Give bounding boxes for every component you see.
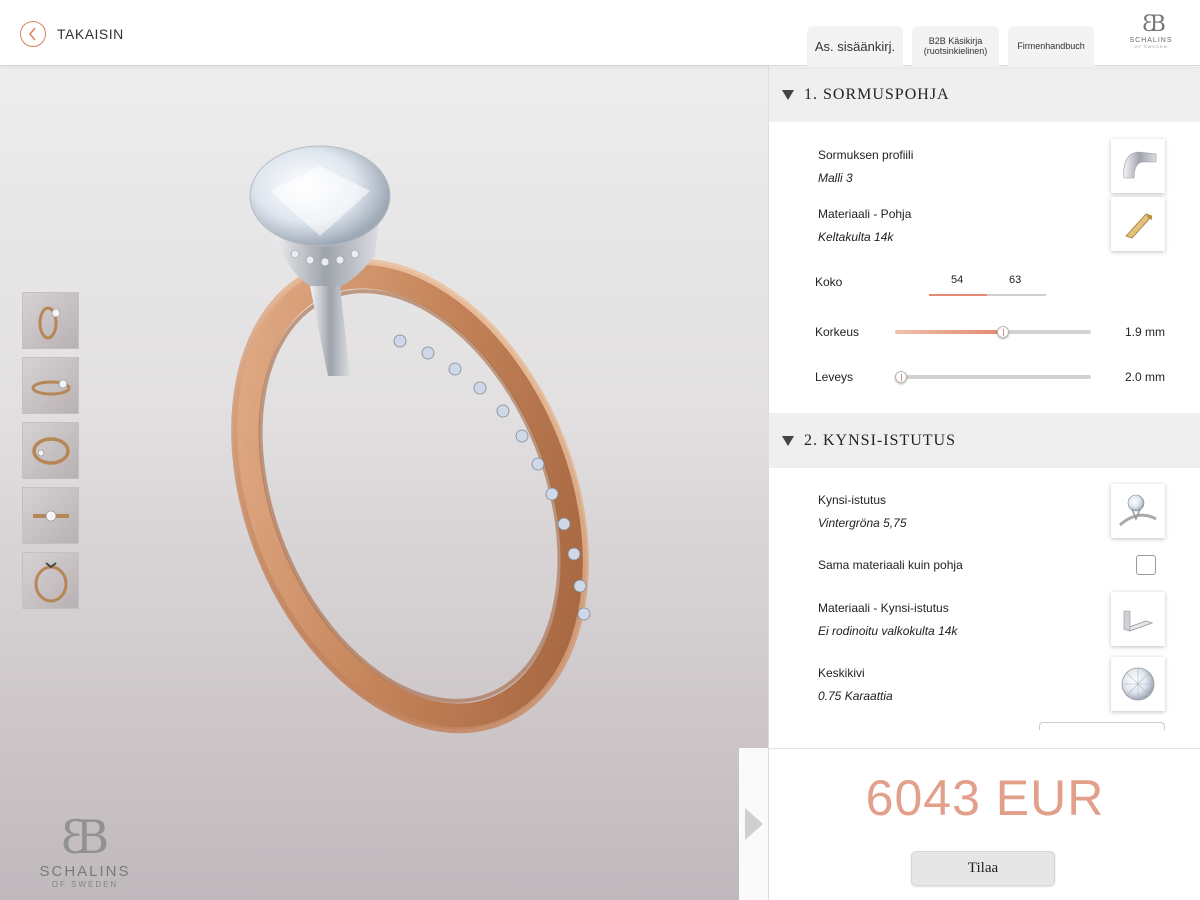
size-selector: 54 63	[929, 274, 1046, 296]
brand-logo: ƐB SCHALINS OF SWEDEN	[1124, 12, 1178, 50]
option-ring-profile: Sormuksen profiili Malli 3	[818, 148, 913, 185]
thumbnail-list	[22, 292, 79, 617]
slider-knob[interactable]	[895, 371, 907, 383]
option-value: Malli 3	[818, 171, 853, 185]
price-box: 6043 EUR Tilaa	[768, 748, 1200, 900]
panel-toggle-button[interactable]	[739, 748, 769, 900]
thumbnail-2[interactable]	[22, 357, 79, 414]
back-button[interactable]: TAKAISIN	[20, 21, 124, 47]
base-material-swatch[interactable]	[1111, 197, 1165, 251]
same-material-label: Sama materiaali kuin pohja	[818, 558, 963, 572]
brand-watermark: ƐB SCHALINS OF SWEDEN	[28, 814, 142, 889]
option-center-stone: Keskikivi 0.75 Karaattia	[818, 666, 893, 703]
thumbnail-4[interactable]	[22, 487, 79, 544]
prong-material-swatch[interactable]	[1111, 592, 1165, 646]
white-gold-bar-icon	[1122, 610, 1154, 632]
size-track	[929, 294, 1046, 296]
ring-angle-view-icon	[31, 436, 70, 465]
center-stone-swatch[interactable]	[1111, 657, 1165, 711]
option-label: Keskikivi	[818, 666, 865, 680]
next-option-peek	[1039, 722, 1165, 730]
header-bar: TAKAISIN As. sisäänkirj. B2B Käsikirja (…	[0, 0, 1200, 66]
option-value: 0.75 Karaattia	[818, 689, 893, 703]
option-label: Sormuksen profiili	[818, 148, 914, 162]
height-value: 1.9 mm	[1124, 325, 1165, 339]
size-label: Koko	[815, 275, 843, 289]
ring-image	[231, 145, 591, 734]
brand-sub: OF SWEDEN	[1134, 44, 1168, 49]
option-label: Kynsi-istutus	[818, 493, 887, 507]
slider-fill	[895, 330, 1003, 334]
arrow-right-icon	[745, 808, 763, 840]
ring-profile-swatch[interactable]	[1111, 139, 1165, 193]
yellow-gold-bar-icon	[1125, 213, 1153, 239]
back-label: TAKAISIN	[57, 26, 124, 42]
section-header-ring-base[interactable]: 1. SORMUSPOHJA	[769, 67, 1200, 122]
width-slider[interactable]	[895, 370, 1091, 384]
option-prong-setting: Kynsi-istutus Vintergröna 5,75	[818, 493, 907, 530]
tab-b2b-line1: B2B Käsikirja	[928, 36, 983, 46]
price-total: 6043 EUR	[865, 770, 1105, 826]
width-value: 2.0 mm	[1124, 370, 1165, 384]
prong-setting-swatch-icon	[1119, 494, 1157, 527]
slider-track	[895, 375, 1091, 379]
size-option-63[interactable]: 63	[1009, 274, 1021, 286]
height-label: Korkeus	[815, 325, 860, 339]
watermark-sub: OF SWEDEN	[51, 880, 119, 889]
section-title: 2. KYNSI-ISTUTUS	[804, 431, 956, 449]
size-active-indicator	[929, 294, 987, 296]
ring-profile-swatch-icon	[1123, 151, 1157, 179]
slider-knob[interactable]	[996, 326, 1009, 338]
diamond-icon	[1121, 667, 1155, 701]
option-label: Materiaali - Pohja	[818, 207, 912, 221]
brand-monogram: ƐB	[1142, 12, 1166, 37]
option-value: Ei rodinoitu valkokulta 14k	[818, 624, 958, 638]
width-label: Leveys	[815, 370, 854, 384]
option-label: Materiaali - Kynsi-istutus	[818, 601, 949, 615]
triangle-down-icon	[782, 89, 794, 100]
option-value: Vintergröna 5,75	[818, 516, 907, 530]
ring-3d-viewer[interactable]: ƐB SCHALINS OF SWEDEN	[0, 66, 768, 900]
section-header-prong-setting[interactable]: 2. KYNSI-ISTUTUS	[769, 413, 1200, 468]
thumbnail-3[interactable]	[22, 422, 79, 479]
ring-front-view-icon	[38, 306, 60, 339]
triangle-down-icon	[782, 435, 794, 446]
brand-name: SCHALINS	[1129, 37, 1173, 44]
watermark-name: SCHALINS	[39, 863, 131, 880]
order-button[interactable]: Tilaa	[911, 851, 1055, 886]
prong-setting-swatch[interactable]	[1111, 484, 1165, 538]
ring-side-view-icon	[31, 379, 70, 395]
tab-b2b-handbook[interactable]: B2B Käsikirja (ruotsinkielinen)	[912, 26, 999, 66]
section-title: 1. SORMUSPOHJA	[804, 85, 950, 103]
tab-b2b-line2: (ruotsinkielinen)	[923, 46, 988, 56]
tab-firmenhandbuch[interactable]: Firmenhandbuch	[1008, 26, 1094, 66]
thumbnail-1[interactable]	[22, 292, 79, 349]
ring-top-view-icon	[32, 510, 69, 521]
option-value: Keltakulta 14k	[818, 230, 894, 244]
thumbnail-5[interactable]	[22, 552, 79, 609]
height-slider[interactable]	[895, 325, 1091, 339]
tab-customer-login[interactable]: As. sisäänkirj.	[807, 26, 903, 66]
configurator-panel: 1. SORMUSPOHJA Sormuksen profiili Malli …	[768, 66, 1200, 748]
option-base-material: Materiaali - Pohja Keltakulta 14k	[818, 207, 911, 244]
size-option-54[interactable]: 54	[951, 274, 963, 286]
option-prong-material: Materiaali - Kynsi-istutus Ei rodinoitu …	[818, 601, 957, 638]
ring-profile-view-icon	[34, 561, 67, 602]
chevron-left-icon	[20, 21, 46, 47]
watermark-monogram: ƐB	[60, 810, 109, 864]
same-material-checkbox[interactable]	[1136, 555, 1156, 575]
